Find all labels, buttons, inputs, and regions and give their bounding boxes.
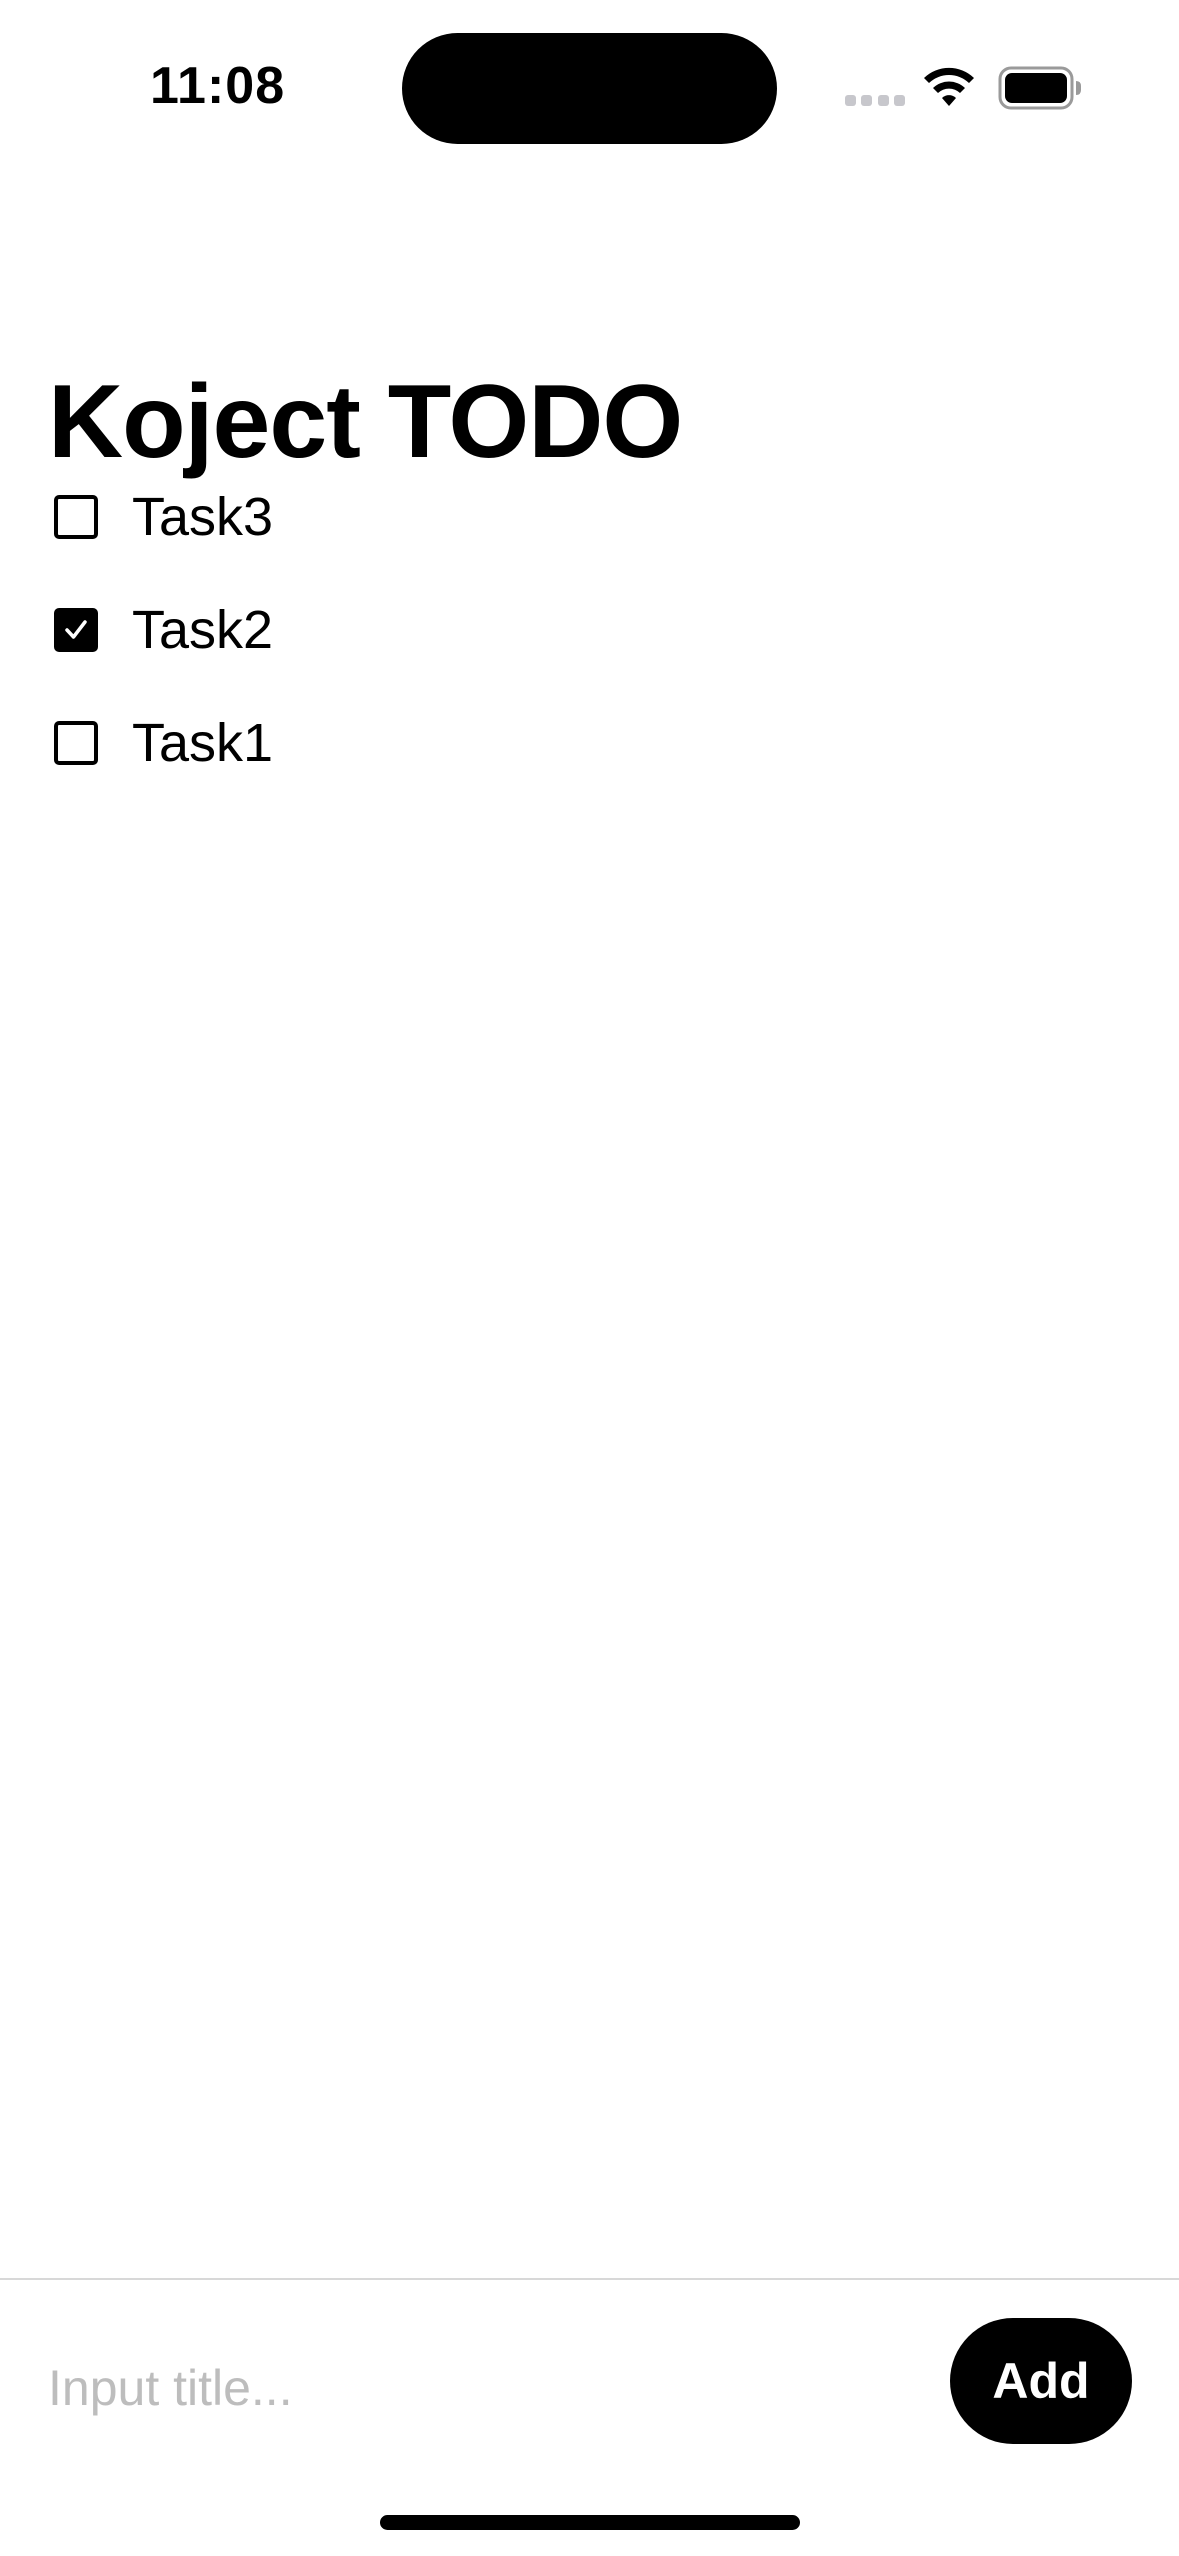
signal-icon: [845, 95, 905, 107]
task-label: Task3: [132, 486, 274, 547]
input-bar: Add: [0, 2278, 1179, 2478]
title-input[interactable]: [48, 2338, 908, 2438]
task-label: Task1: [132, 712, 274, 773]
battery-icon: [998, 66, 1081, 110]
task-checkbox[interactable]: [54, 720, 98, 765]
dynamic-island: [402, 33, 777, 144]
task-checkbox[interactable]: [54, 607, 98, 652]
checkmark-icon: [65, 619, 87, 639]
list-item[interactable]: Task3: [0, 460, 1179, 573]
add-button[interactable]: Add: [950, 2318, 1132, 2444]
task-checkbox[interactable]: [54, 494, 98, 539]
page-title: Koject TODO: [48, 363, 683, 480]
wifi-icon: [924, 67, 974, 106]
task-label: Task2: [132, 599, 274, 660]
task-list: Task3 Task2 Task1: [0, 460, 1179, 799]
status-time: 11:08: [150, 57, 286, 115]
list-item[interactable]: Task1: [0, 686, 1179, 799]
home-indicator[interactable]: [380, 2515, 800, 2530]
status-bar: 11:08: [0, 0, 1179, 180]
list-item[interactable]: Task2: [0, 573, 1179, 686]
